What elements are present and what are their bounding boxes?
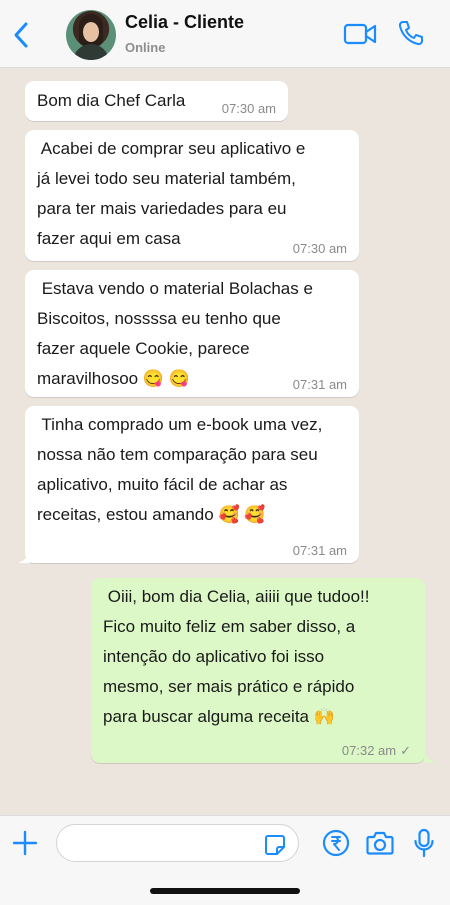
message-text-line: Acabei de comprar seu aplicativo e [37, 139, 306, 158]
message-text-line: intenção do aplicativo foi isso [103, 647, 325, 666]
payment-icon[interactable] [322, 829, 350, 857]
contact-name[interactable]: Celia - Cliente [125, 12, 244, 33]
bubble-tail [424, 751, 436, 763]
message-text-line: nossa não tem comparação para seu [37, 445, 318, 464]
incoming-message[interactable]: Acabei de comprar seu aplicativo e já lev… [25, 130, 359, 261]
message-text-line: aplicativo, muito fácil de achar as [37, 475, 288, 494]
message-timestamp: 07:31 am [293, 378, 347, 392]
plus-icon[interactable] [12, 830, 38, 856]
delivered-check-icon: ✓ [400, 743, 411, 758]
message-text-line: Oiii, bom dia Celia, aiiii que tudoo!! [103, 587, 370, 606]
home-indicator [150, 888, 300, 894]
message-input[interactable] [56, 824, 299, 862]
message-timestamp: 07:30 am [222, 102, 276, 116]
incoming-message[interactable]: Bom dia Chef Carla 07:30 am [25, 81, 288, 121]
message-time-text: 07:31 am [292, 377, 347, 392]
message-text-line: para ter mais variedades para eu [37, 199, 287, 218]
incoming-message[interactable]: Estava vendo o material Bolachas e Biscoi… [25, 270, 359, 397]
camera-icon[interactable] [366, 830, 394, 856]
message-timestamp: 07:30 am [293, 242, 347, 256]
message-time-text: 07:30 am [292, 241, 347, 256]
message-text-line: já levei todo seu material também, [37, 169, 296, 188]
message-timestamp: 07:31 am [293, 544, 347, 558]
composer-bar [0, 815, 450, 905]
message-time-text: 07:30 am [221, 101, 276, 116]
message-text-line: mesmo, ser mais prático e rápido [103, 677, 355, 696]
bubble-tail [18, 551, 30, 563]
video-call-icon[interactable] [343, 22, 377, 46]
contact-avatar[interactable] [66, 10, 116, 60]
message-text-line: Fico muito feliz em saber disso, a [103, 617, 356, 636]
incoming-message[interactable]: Tinha comprado um e-book uma vez, nossa n… [25, 406, 359, 563]
message-time-text: 07:31 am [292, 543, 347, 558]
message-time-text: 07:32 am [341, 743, 397, 758]
message-text-line: para buscar alguma receita 🙌 [103, 707, 335, 726]
message-text-line: Estava vendo o material Bolachas e [37, 279, 313, 298]
back-chevron-icon[interactable] [10, 20, 32, 50]
sticker-icon[interactable] [264, 834, 286, 856]
chat-header: Celia - Cliente Online [0, 0, 450, 68]
message-text-line: Tinha comprado um e-book uma vez, [37, 415, 323, 434]
message-text-line: fazer aquele Cookie, parece [37, 339, 250, 358]
phone-icon[interactable] [397, 19, 425, 47]
microphone-icon[interactable] [413, 828, 435, 858]
message-text-line: Biscoitos, nossssa eu tenho que [37, 309, 281, 328]
outgoing-message[interactable]: Oiii, bom dia Celia, aiiii que tudoo!! Fi… [91, 578, 425, 763]
message-timestamp: 07:32 am ✓ [342, 744, 411, 758]
message-text-line: receitas, estou amando 🥰 🥰 [37, 505, 266, 524]
contact-status: Online [125, 40, 166, 55]
